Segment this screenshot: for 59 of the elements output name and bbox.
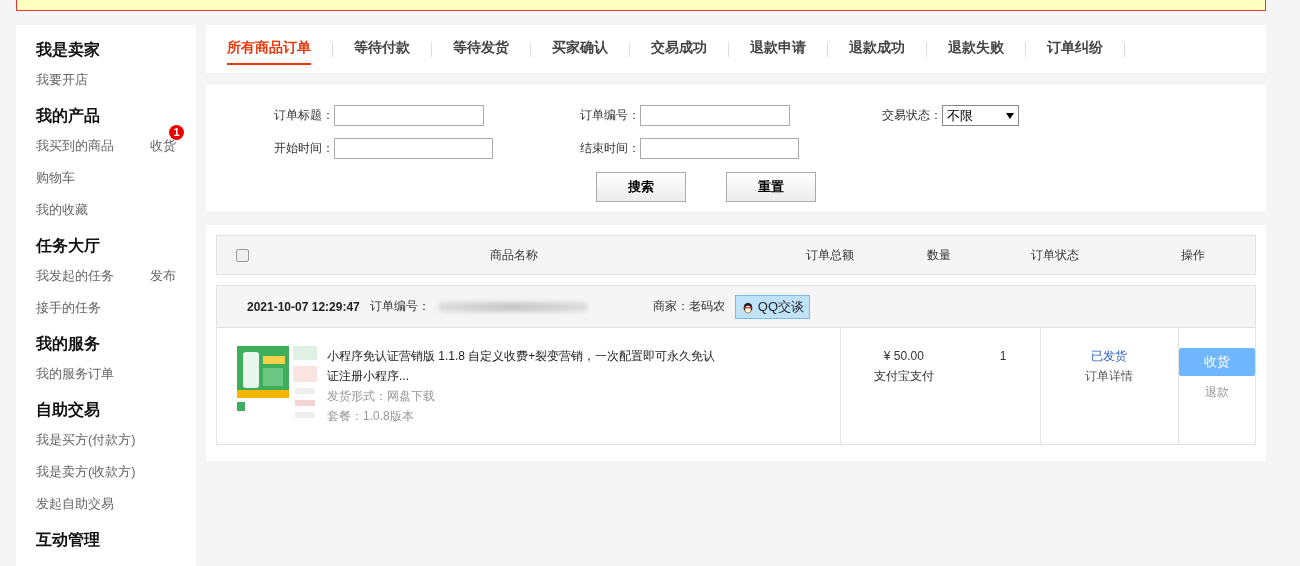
sidebar-item[interactable]: 购物车 bbox=[36, 169, 150, 201]
checkbox[interactable] bbox=[235, 248, 249, 262]
sidebar-heading: 互动管理 bbox=[36, 530, 100, 550]
package-info: 套餐：1.0.8版本 bbox=[327, 408, 415, 425]
order-tab[interactable]: 退款成功 bbox=[849, 33, 905, 65]
sidebar-item[interactable]: 我的服务订单 bbox=[36, 365, 150, 397]
field-label: 订单编号： bbox=[579, 107, 640, 124]
sidebar-item[interactable]: 接手的任务 bbox=[36, 299, 150, 331]
order-total: ¥ 50.00 bbox=[883, 348, 924, 364]
column-header: 订单状态 bbox=[1029, 246, 1080, 264]
merchant-name: 商家：老码农 bbox=[652, 298, 725, 315]
sidebar-action-link[interactable]: 收货 bbox=[150, 137, 176, 169]
order-tab[interactable]: 所有商品订单 bbox=[227, 33, 311, 65]
sidebar-item[interactable]: 发起自助交易 bbox=[36, 495, 150, 527]
order-status[interactable]: 已发货 bbox=[1091, 348, 1128, 364]
column-header: 订单总额 bbox=[804, 246, 855, 264]
order-time: 2021-10-07 12:29:47 bbox=[247, 299, 360, 314]
sidebar-item[interactable]: 我的收藏 bbox=[36, 201, 150, 233]
sidebar-item[interactable]: 我是卖方(收款方) bbox=[36, 463, 150, 495]
chat-button[interactable]: QQ交谈 bbox=[734, 294, 810, 319]
order-number-label: 订单编号： bbox=[369, 298, 430, 315]
delivery-method: 发货形式：网盘下载 bbox=[327, 388, 436, 405]
order-detail-link[interactable]: 订单详情 bbox=[1085, 368, 1134, 384]
order-tab[interactable]: 买家确认 bbox=[552, 33, 608, 65]
input-field[interactable] bbox=[640, 138, 799, 159]
column-header: 操作 bbox=[1179, 246, 1206, 264]
order-tab[interactable]: 等待付款 bbox=[354, 33, 410, 65]
column-header: 数量 bbox=[925, 246, 952, 264]
sidebar-heading: 我是卖家 bbox=[36, 40, 100, 60]
sidebar-heading: 任务大厅 bbox=[36, 236, 100, 256]
sidebar-item[interactable]: 我发起的任务 bbox=[36, 267, 150, 299]
order-tab[interactable]: 等待发货 bbox=[453, 33, 509, 65]
dropdown-arrow-icon bbox=[1006, 112, 1014, 119]
form-button[interactable]: 重置 bbox=[726, 172, 816, 202]
sidebar-heading: 我的服务 bbox=[36, 334, 100, 354]
input-field[interactable] bbox=[640, 105, 790, 126]
sidebar-heading: 自助交易 bbox=[36, 400, 100, 420]
quantity: 1 bbox=[999, 348, 1007, 364]
payment-method: 支付宝支付 bbox=[873, 368, 934, 384]
sidebar-item[interactable]: 我是买方(付款方) bbox=[36, 431, 150, 463]
form-button[interactable]: 搜索 bbox=[596, 172, 686, 202]
field-label: 交易状态： bbox=[882, 107, 942, 124]
input-field[interactable] bbox=[334, 138, 493, 159]
order-tab[interactable]: 退款失败 bbox=[948, 33, 1004, 65]
order-tab[interactable]: 交易成功 bbox=[651, 33, 707, 65]
sidebar-item[interactable]: 我买到的商品 bbox=[36, 137, 150, 169]
order-tab[interactable]: 退款申请 bbox=[750, 33, 806, 65]
order-tab[interactable]: 订单纠纷 bbox=[1047, 33, 1103, 65]
count-badge: 1 bbox=[169, 125, 184, 140]
sidebar-heading: 我的产品 bbox=[36, 106, 100, 126]
field-label: 开始时间： bbox=[273, 140, 334, 157]
column-header: 商品名称 bbox=[489, 246, 539, 264]
sidebar-item[interactable]: 我要开店 bbox=[36, 71, 150, 103]
field-label: 订单标题： bbox=[273, 107, 334, 124]
field-label: 结束时间： bbox=[579, 140, 640, 157]
sidebar-action-link[interactable]: 发布 bbox=[150, 267, 176, 299]
status-select[interactable]: 不限 bbox=[942, 105, 1019, 126]
product-title[interactable]: 小程序免认证营销版 1.1.8 自定义收费+裂变营销，一次配置即可永久免认证注册小程序... bbox=[327, 346, 727, 386]
input-field[interactable] bbox=[334, 105, 484, 126]
